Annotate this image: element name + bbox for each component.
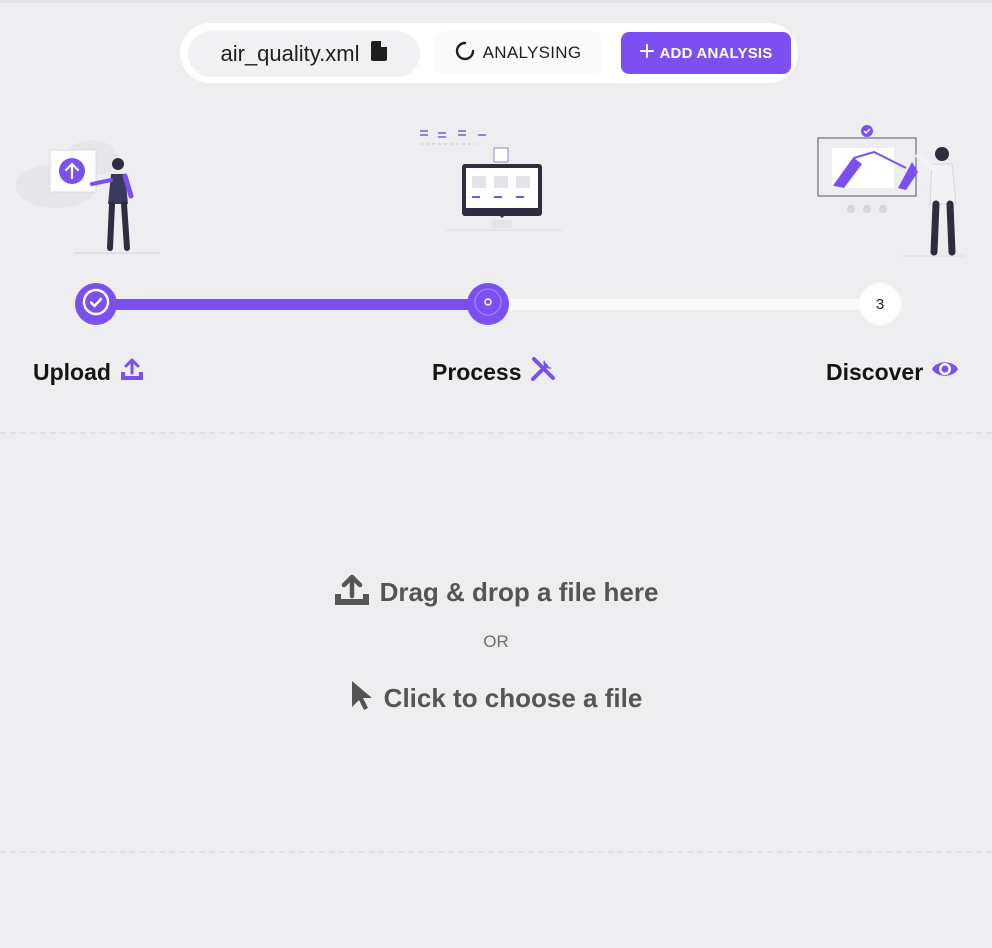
add-analysis-button[interactable]: ADD ANALYSIS — [621, 32, 791, 74]
dropzone-bottom-border — [0, 851, 992, 853]
step-process-text: Process — [432, 358, 522, 385]
progress-fill — [96, 299, 488, 310]
step-process-dot[interactable] — [467, 283, 509, 325]
file-icon — [371, 41, 388, 67]
drag-drop-area[interactable]: Drag & drop a file here — [0, 570, 992, 614]
add-analysis-label: ADD ANALYSIS — [659, 44, 773, 62]
step-process-label: Process — [432, 356, 556, 388]
upload-icon — [334, 572, 370, 613]
process-illustration — [416, 124, 566, 234]
status-label: ANALYSING — [482, 43, 582, 62]
eye-icon — [931, 358, 959, 386]
discover-illustration — [814, 122, 966, 262]
check-circle-icon — [81, 287, 111, 322]
file-chip[interactable]: air_quality.xml — [188, 31, 420, 77]
step-upload-text: Upload — [33, 358, 111, 385]
step-upload-label: Upload — [33, 356, 145, 388]
active-dot-icon — [473, 287, 503, 322]
dropzone-top-border — [0, 432, 992, 434]
spinner-icon — [455, 41, 475, 66]
tools-icon — [530, 356, 556, 388]
step-discover-text: Discover — [826, 358, 924, 385]
upload-icon — [119, 356, 145, 388]
step-discover-label: Discover — [826, 356, 959, 388]
toolbar: air_quality.xml ANALYSING ADD ANALYSIS — [180, 23, 798, 83]
status-chip: ANALYSING — [434, 31, 602, 75]
plus-icon — [639, 44, 654, 62]
top-border — [0, 0, 992, 3]
step-discover-dot[interactable]: 3 — [859, 283, 901, 325]
or-separator: OR — [483, 632, 509, 651]
drag-drop-label: Drag & drop a file here — [379, 576, 659, 607]
choose-file-label: Click to choose a file — [383, 682, 643, 713]
upload-illustration — [14, 128, 164, 258]
file-name: air_quality.xml — [220, 41, 360, 66]
choose-file-button[interactable]: Click to choose a file — [0, 676, 992, 720]
step-number: 3 — [875, 295, 885, 313]
step-upload-dot[interactable] — [75, 283, 117, 325]
cursor-icon — [350, 679, 374, 718]
